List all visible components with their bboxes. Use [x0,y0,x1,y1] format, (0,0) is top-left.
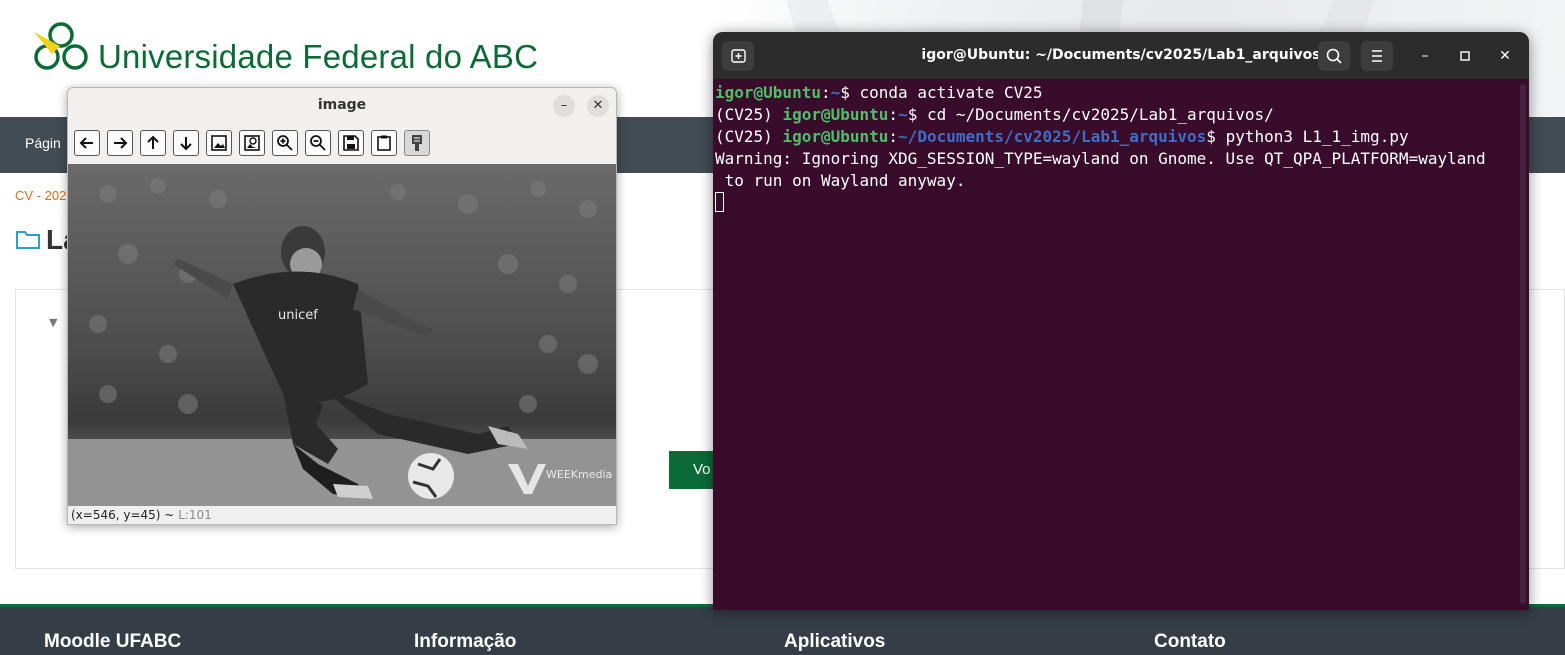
arrow-down-icon[interactable] [173,130,199,156]
terminal-line: (CV25) igor@Ubuntu:~$ cd ~/Documents/cv2… [715,105,1274,124]
image-zoom-icon[interactable] [239,130,265,156]
folder-icon [16,231,40,249]
minimize-button[interactable]: – [1414,45,1436,67]
watermark-text: WEEKmedia [546,468,612,481]
pixel-luminance: L:101 [178,508,212,522]
image-window[interactable]: image – ✕ unicef WEEKmedia (x=546, y=45)… [67,87,617,525]
shirt-text: unicef [278,308,318,323]
terminal-line: (CV25) igor@Ubuntu:~/Documents/cv2025/La… [715,127,1409,146]
breadcrumb[interactable]: CV - 202 [15,188,66,203]
university-name[interactable]: Universidade Federal do ABC [98,38,538,76]
arrow-right-icon[interactable] [107,130,133,156]
clipboard-icon[interactable] [371,130,397,156]
footer-heading-informacao: Informação [414,631,517,652]
search-button[interactable] [1318,41,1350,71]
search-icon [1326,48,1342,64]
collapse-caret-icon[interactable]: ▼ [49,316,57,329]
arrow-up-icon[interactable] [140,130,166,156]
image-icon[interactable] [206,130,232,156]
close-button[interactable]: ✕ [1494,45,1516,67]
terminal-prompt-line[interactable] [715,192,1525,214]
properties-icon[interactable] [404,130,430,156]
zoom-out-icon[interactable] [305,130,331,156]
image-window-titlebar[interactable]: image – ✕ [68,88,616,124]
terminal-window[interactable]: igor@Ubuntu: ~/Documents/cv2025/Lab1_arq… [713,32,1529,610]
image-statusbar: (x=546, y=45) ~ L:101 [68,506,616,524]
terminal-output[interactable]: igor@Ubuntu:~$ conda activate CV25 (CV25)… [715,82,1525,214]
footer-heading-contato: Contato [1154,631,1226,652]
terminal-titlebar[interactable]: igor@Ubuntu: ~/Documents/cv2025/Lab1_arq… [713,32,1529,79]
terminal-title: igor@Ubuntu: ~/Documents/cv2025/Lab1_arq… [921,47,1321,63]
terminal-warning-line: to run on Wayland anyway. [715,171,966,190]
terminal-scrollbar[interactable] [1520,84,1526,604]
footer-heading-moodle: Moodle UFABC [44,631,182,652]
nav-item-home[interactable]: Págin [25,135,61,151]
text-cursor [715,192,724,212]
cursor-coordinates: (x=546, y=45) ~ [71,508,175,522]
save-icon[interactable] [338,130,364,156]
close-button[interactable]: ✕ [587,95,609,117]
maximize-icon [1460,51,1470,61]
menu-button[interactable] [1361,41,1393,71]
grayscale-photo[interactable]: unicef WEEKmedia [68,164,616,506]
terminal-line: igor@Ubuntu:~$ conda activate CV25 [715,83,1043,102]
terminal-warning-line: Warning: Ignoring XDG_SESSION_TYPE=wayla… [715,149,1486,168]
arrow-left-icon[interactable] [74,130,100,156]
maximize-button[interactable] [1454,45,1476,67]
hamburger-menu-icon [1372,50,1382,62]
image-window-title: image [317,97,367,113]
zoom-in-icon[interactable] [272,130,298,156]
ufabc-logo [34,22,88,70]
site-footer: Moodle UFABC Informação Aplicativos Cont… [0,604,1565,655]
footer-heading-aplicativos: Aplicativos [784,631,886,652]
photo-canvas: unicef WEEKmedia [68,164,616,506]
minimize-button[interactable]: – [553,95,575,117]
